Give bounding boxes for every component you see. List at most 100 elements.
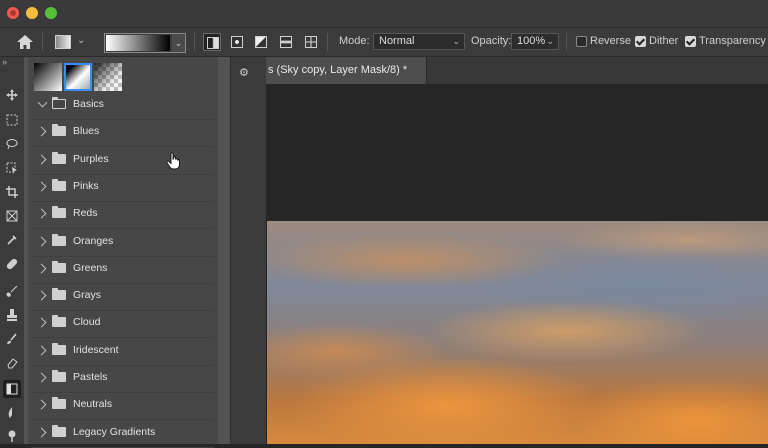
radial-gradient-button[interactable] (228, 33, 246, 51)
gradient-picker[interactable]: ⌄ (104, 33, 186, 53)
crop-tool-icon[interactable] (6, 186, 18, 198)
row-divider (32, 446, 214, 448)
opacity-field[interactable]: 100% ⌄ (511, 33, 559, 50)
marquee-tool-icon[interactable] (6, 114, 18, 126)
gradient-preview (106, 35, 170, 51)
gradient-folder-row[interactable]: Grays (32, 285, 214, 311)
chevron-right-icon[interactable] (36, 372, 47, 383)
divider (566, 33, 567, 51)
sky-image (267, 221, 768, 444)
folder-icon (52, 206, 66, 219)
chevron-down-icon[interactable] (37, 97, 48, 108)
chevron-down-icon: ⌄ (77, 35, 86, 46)
folder-icon (52, 233, 66, 246)
gradient-tool-icon (55, 35, 71, 49)
dodge-tool-icon[interactable] (6, 430, 18, 442)
row-divider (32, 282, 214, 284)
gradient-folder-row[interactable]: Pastels (32, 367, 214, 393)
clone-stamp-tool-icon[interactable] (6, 309, 18, 321)
chevron-right-icon[interactable] (36, 263, 47, 274)
transparency-checkbox[interactable] (685, 36, 696, 47)
chevron-down-icon[interactable]: ⌄ (172, 34, 185, 52)
transparent-gradient-swatch[interactable] (94, 63, 122, 91)
move-tool-icon[interactable] (6, 89, 18, 101)
gradient-folder-label: Blues (73, 125, 100, 138)
mode-select[interactable]: Normal ⌄ (373, 33, 465, 50)
chevron-right-icon[interactable] (36, 126, 47, 137)
gradient-folder-label: Iridescent (73, 343, 119, 356)
eraser-tool-icon[interactable] (6, 357, 18, 369)
gradient-folder-row[interactable]: Basics (32, 94, 214, 120)
angle-gradient-button[interactable] (252, 33, 270, 51)
chevron-right-icon[interactable] (36, 181, 47, 192)
frame-tool-icon[interactable] (6, 210, 18, 222)
chevron-right-icon[interactable] (36, 317, 47, 328)
divider (194, 33, 195, 51)
minimize-window-button[interactable] (26, 7, 38, 19)
gradient-preset-list: Basics Blues Purples Pinks Reds Oranges Greens… (28, 57, 218, 448)
document-tab-title: s (Sky copy, Layer Mask/8) * (268, 64, 408, 76)
chevron-right-icon[interactable] (36, 345, 47, 356)
diamond-gradient-button[interactable] (302, 33, 320, 51)
dither-checkbox[interactable] (635, 36, 646, 47)
gradient-preset-panel: Basics Blues Purples Pinks Reds Oranges Greens… (24, 57, 230, 448)
blur-tool-icon[interactable] (6, 407, 18, 419)
divider (327, 33, 328, 51)
gradient-folder-row[interactable]: Greens (32, 258, 214, 284)
chevron-down-icon[interactable]: ⌄ (546, 34, 554, 49)
folder-icon (52, 370, 66, 382)
gradient-tool-icon[interactable] (3, 380, 21, 398)
dither-label: Dither (649, 35, 679, 47)
tool-preset-picker[interactable]: ⌄ (55, 33, 89, 51)
history-brush-tool-icon[interactable] (6, 333, 18, 345)
gradient-folder-label: Cloud (73, 316, 101, 329)
row-divider (32, 173, 214, 175)
reflected-gradient-button[interactable] (277, 33, 295, 51)
diamond-gradient-icon (305, 36, 317, 48)
gradient-folder-row[interactable]: Iridescent (32, 340, 214, 366)
black-white-gradient-swatch[interactable] (34, 63, 62, 91)
gradient-folder-row[interactable]: Cloud (32, 312, 214, 338)
gradient-folder-row[interactable]: Oranges (32, 231, 214, 257)
gear-icon[interactable]: ⚙ (239, 66, 249, 79)
brush-tool-icon[interactable] (6, 285, 18, 297)
folder-icon (52, 178, 66, 191)
chevron-right-icon[interactable] (36, 399, 47, 410)
object-selection-tool-icon[interactable] (6, 162, 18, 174)
close-window-button[interactable] (7, 7, 19, 19)
row-divider (32, 419, 214, 421)
mode-value: Normal (379, 35, 415, 47)
row-divider (32, 392, 214, 393)
folder-open-icon (52, 97, 66, 109)
title-bar (0, 0, 768, 28)
document-tab[interactable]: s (Sky copy, Layer Mask/8) * (266, 57, 427, 84)
chevron-right-icon[interactable] (36, 208, 47, 219)
gradient-folder-row[interactable]: Pinks (32, 176, 214, 202)
linear-gradient-icon (207, 37, 219, 49)
gradient-folder-row[interactable]: Purples (32, 149, 214, 175)
chevron-right-icon[interactable] (36, 154, 47, 165)
eyedropper-tool-icon[interactable] (6, 234, 18, 246)
gradient-folder-row[interactable]: Neutrals (32, 394, 214, 420)
maximize-window-button[interactable] (45, 7, 57, 19)
foreground-transparent-gradient-swatch[interactable] (64, 63, 92, 91)
gradient-folder-label: Greens (73, 261, 108, 274)
chevron-right-icon[interactable] (36, 236, 47, 246)
gradient-folder-row[interactable]: Reds (32, 203, 214, 229)
home-icon[interactable] (14, 33, 36, 51)
gradient-folder-row[interactable]: Blues (32, 121, 214, 147)
lasso-tool-icon[interactable] (6, 138, 18, 150)
folder-icon (52, 342, 66, 355)
collapse-panel-icon[interactable]: » (2, 57, 22, 67)
gradient-folder-label: Pinks (73, 179, 99, 192)
chevron-right-icon[interactable] (36, 427, 47, 438)
radial-gradient-icon (231, 36, 243, 48)
tools-panel: » (0, 57, 25, 444)
linear-gradient-button[interactable] (203, 33, 221, 51)
gradient-folder-label: Basics (73, 98, 104, 110)
chevron-right-icon[interactable] (36, 290, 47, 301)
gradient-folder-label: Oranges (73, 234, 114, 247)
healing-brush-tool-icon[interactable] (6, 258, 18, 270)
opacity-value: 100% (517, 35, 546, 47)
reverse-checkbox[interactable] (576, 36, 587, 47)
